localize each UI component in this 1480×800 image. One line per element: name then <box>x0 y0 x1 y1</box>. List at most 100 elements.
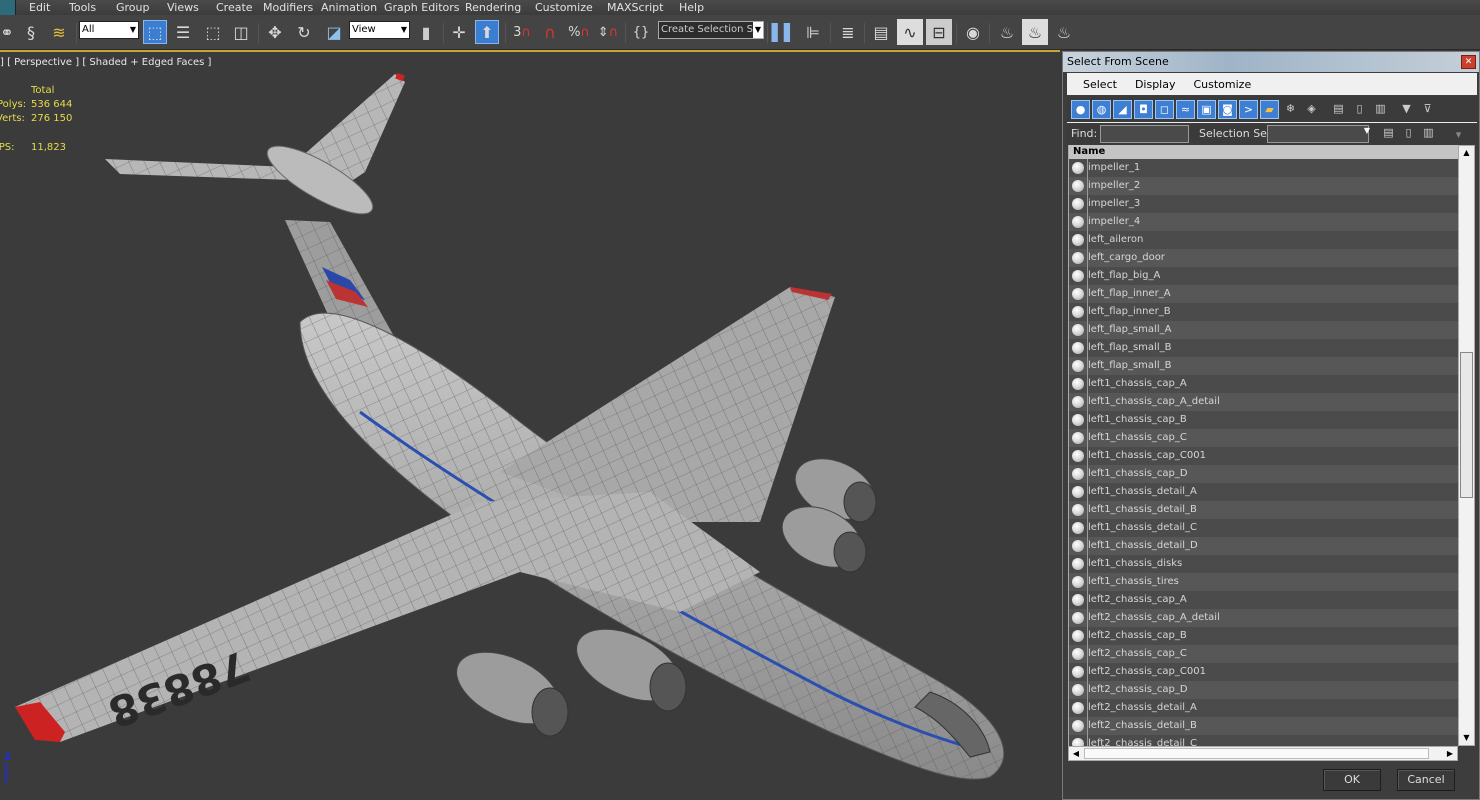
select-object-icon[interactable]: ⬚ <box>143 20 167 44</box>
horizontal-scrollbar[interactable]: ◀ ▶ <box>1068 746 1458 761</box>
menu-graph-editors[interactable]: Graph Editors <box>384 0 460 15</box>
angle-snap-icon[interactable]: ∩ <box>537 19 563 45</box>
list-item[interactable]: left_flap_small_A <box>1069 321 1458 339</box>
create-set-icon[interactable]: ▤ <box>1379 124 1398 143</box>
select-by-name-icon[interactable]: ☰ <box>170 19 196 45</box>
containers-filter-icon[interactable]: ▰ <box>1260 100 1279 119</box>
perspective-viewport[interactable]: ] [ Perspective ] [ Shaded + Edged Faces… <box>0 50 1060 800</box>
cancel-button[interactable]: Cancel <box>1397 769 1455 791</box>
list-item[interactable]: left1_chassis_cap_A <box>1069 375 1458 393</box>
keyboard-shortcut-icon[interactable]: ⬆ <box>475 20 499 44</box>
list-item[interactable]: impeller_2 <box>1069 177 1458 195</box>
menu-tools[interactable]: Tools <box>69 0 96 15</box>
list-item[interactable]: left_flap_inner_A <box>1069 285 1458 303</box>
list-item[interactable]: left1_chassis_cap_A_detail <box>1069 393 1458 411</box>
column-header-name[interactable]: Name <box>1069 145 1458 159</box>
scrollbar-thumb[interactable] <box>1084 748 1429 759</box>
menu-customize[interactable]: Customize <box>535 0 593 15</box>
percent-snap-icon[interactable]: % ∩ <box>566 19 592 45</box>
dialog-menu-select[interactable]: Select <box>1083 78 1117 91</box>
close-icon[interactable]: ✕ <box>1461 55 1476 69</box>
select-manipulate-icon[interactable]: ✛ <box>446 19 472 45</box>
list-item[interactable]: left_aileron <box>1069 231 1458 249</box>
bind-space-warp-icon[interactable]: ≋ <box>46 19 72 45</box>
snap-3d-icon[interactable]: 3 ∩ <box>509 19 535 45</box>
rect-selection-icon[interactable]: ⬚ <box>200 19 226 45</box>
menu-help[interactable]: Help <box>679 0 704 15</box>
move-icon[interactable]: ✥ <box>262 19 288 45</box>
find-input[interactable] <box>1100 125 1189 143</box>
list-item[interactable]: left1_chassis_detail_A <box>1069 483 1458 501</box>
menu-maxscript[interactable]: MAXScript <box>607 0 663 15</box>
vertical-scrollbar[interactable]: ▲ ▼ <box>1458 145 1475 746</box>
helpers-filter-icon[interactable]: ◻ <box>1155 100 1174 119</box>
list-item[interactable]: left2_chassis_detail_B <box>1069 717 1458 735</box>
list-item[interactable]: left1_chassis_cap_C001 <box>1069 447 1458 465</box>
ok-button[interactable]: OK <box>1323 769 1381 791</box>
menu-create[interactable]: Create <box>216 0 253 15</box>
align-icon[interactable]: ⊫ <box>800 19 826 45</box>
spinner-snap-icon[interactable]: ⇕ ∩ <box>595 19 621 45</box>
list-item[interactable]: left_flap_small_B <box>1069 357 1458 375</box>
spacewarps-filter-icon[interactable]: ≈ <box>1176 100 1195 119</box>
render-production-icon[interactable]: ♨ <box>1051 19 1077 45</box>
material-editor-icon[interactable]: ◉ <box>960 19 986 45</box>
filter-icon[interactable]: ▼ <box>1397 100 1416 119</box>
rendered-frame-icon[interactable]: ♨ <box>1022 19 1048 45</box>
lights-filter-icon[interactable]: ◢ <box>1113 100 1132 119</box>
scrollbar-thumb[interactable] <box>1460 352 1473 499</box>
list-item[interactable]: left_cargo_door <box>1069 249 1458 267</box>
hidden-filter-icon[interactable]: ◈ <box>1302 100 1321 119</box>
scroll-left-icon[interactable]: ◀ <box>1069 747 1083 760</box>
menu-group[interactable]: Group <box>116 0 150 15</box>
options-icon[interactable]: ▾ <box>1449 126 1468 145</box>
render-setup-icon[interactable]: ♨ <box>994 19 1020 45</box>
list-item[interactable]: impeller_4 <box>1069 213 1458 231</box>
curve-editor-icon[interactable]: ∿ <box>897 19 923 45</box>
menu-animation[interactable]: Animation <box>321 0 377 15</box>
list-item[interactable]: left2_chassis_cap_A_detail <box>1069 609 1458 627</box>
list-item[interactable]: left2_chassis_cap_C001 <box>1069 663 1458 681</box>
list-item[interactable]: impeller_1 <box>1069 159 1458 177</box>
dialog-title-bar[interactable]: Select From Scene ✕ <box>1063 52 1479 72</box>
display-invert-icon[interactable]: ▥ <box>1371 100 1390 119</box>
scroll-down-icon[interactable]: ▼ <box>1459 731 1474 745</box>
edit-named-sets-icon[interactable]: {} <box>628 19 654 45</box>
menu-edit[interactable]: Edit <box>29 0 50 15</box>
list-item[interactable]: left_flap_inner_B <box>1069 303 1458 321</box>
bones-filter-icon[interactable]: > <box>1239 100 1258 119</box>
app-logo-icon[interactable] <box>0 0 16 15</box>
list-item[interactable]: impeller_3 <box>1069 195 1458 213</box>
selection-set-dropdown[interactable]: ▼ <box>1267 125 1370 143</box>
link-icon[interactable]: ⚭ <box>0 19 20 45</box>
unlink-icon[interactable]: § <box>18 19 44 45</box>
remove-set-icon[interactable]: ▥ <box>1419 124 1438 143</box>
list-item[interactable]: left2_chassis_cap_B <box>1069 627 1458 645</box>
menu-views[interactable]: Views <box>167 0 199 15</box>
named-selection-dropdown[interactable]: Create Selection Se ▼ <box>658 21 764 39</box>
list-item[interactable]: left1_chassis_cap_B <box>1069 411 1458 429</box>
dialog-menu-customize[interactable]: Customize <box>1193 78 1251 91</box>
list-item[interactable]: left2_chassis_cap_D <box>1069 681 1458 699</box>
select-set-icon[interactable]: ▯ <box>1399 124 1418 143</box>
schematic-view-icon[interactable]: ⊟ <box>926 19 952 45</box>
list-item[interactable]: left1_chassis_detail_C <box>1069 519 1458 537</box>
list-item[interactable]: left1_chassis_disks <box>1069 555 1458 573</box>
airplane-model[interactable]: 78838 <box>0 52 1060 800</box>
list-item[interactable]: left1_chassis_detail_B <box>1069 501 1458 519</box>
menu-rendering[interactable]: Rendering <box>465 0 521 15</box>
shapes-filter-icon[interactable]: ◍ <box>1092 100 1111 119</box>
scroll-right-icon[interactable]: ▶ <box>1443 747 1457 760</box>
rotate-icon[interactable]: ↻ <box>291 19 317 45</box>
geometry-filter-icon[interactable]: ● <box>1071 100 1090 119</box>
display-none-icon[interactable]: ▯ <box>1350 100 1369 119</box>
menu-modifiers[interactable]: Modifiers <box>263 0 313 15</box>
list-item[interactable]: left1_chassis_detail_D <box>1069 537 1458 555</box>
list-item[interactable]: left2_chassis_cap_A <box>1069 591 1458 609</box>
list-item[interactable]: left1_chassis_cap_C <box>1069 429 1458 447</box>
selection-filter-dropdown[interactable]: All ▼ <box>79 21 139 39</box>
frozen-filter-icon[interactable]: ❄ <box>1281 100 1300 119</box>
list-item[interactable]: left2_chassis_detail_A <box>1069 699 1458 717</box>
list-item[interactable]: left1_chassis_tires <box>1069 573 1458 591</box>
mirror-icon[interactable]: ▌▌ <box>771 19 797 45</box>
